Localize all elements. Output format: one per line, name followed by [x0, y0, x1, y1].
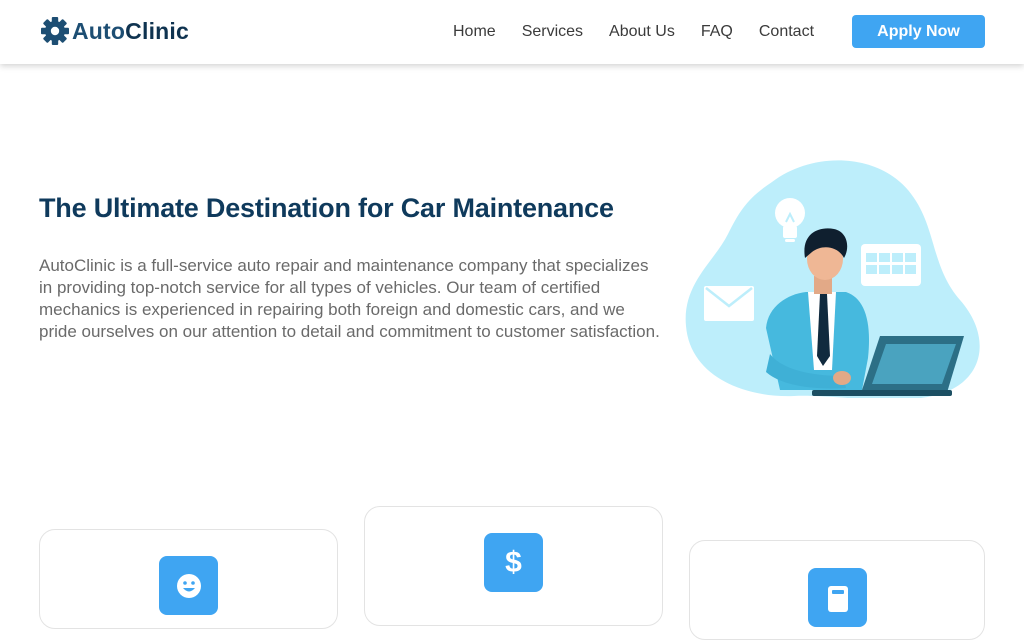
feature-card: [39, 529, 338, 629]
feature-icon-box: $: [484, 533, 543, 592]
dollar-icon: $: [505, 545, 522, 579]
feature-card: [689, 540, 985, 640]
nav-home[interactable]: Home: [453, 23, 496, 41]
nav-services[interactable]: Services: [522, 23, 583, 41]
smiley-icon: [176, 573, 201, 598]
calendar-icon: [861, 244, 921, 286]
envelope-icon: [704, 286, 754, 321]
nav-about-us[interactable]: About Us: [609, 23, 675, 41]
hero-title: The Ultimate Destination for Car Mainten…: [39, 193, 614, 223]
apply-now-button[interactable]: Apply Now: [852, 15, 985, 48]
brand-name: AutoClinic: [72, 18, 189, 45]
businessman-laptop-illustration: [685, 160, 980, 398]
nav-contact[interactable]: Contact: [759, 23, 814, 41]
nav-faq[interactable]: FAQ: [701, 23, 733, 41]
main-nav: Home Services About Us FAQ Contact: [440, 0, 827, 64]
gear-icon: [41, 17, 69, 45]
brand-name-auto: Auto: [72, 17, 126, 44]
feature-card: $: [364, 506, 663, 626]
hero-description: AutoClinic is a full-service auto repair…: [39, 256, 660, 341]
site-header: AutoClinic Home Services About Us FAQ Co…: [0, 0, 1024, 64]
brand-name-clinic: Clinic: [125, 17, 189, 44]
brand-logo[interactable]: AutoClinic: [40, 15, 189, 47]
feature-icon-box: [159, 556, 218, 615]
